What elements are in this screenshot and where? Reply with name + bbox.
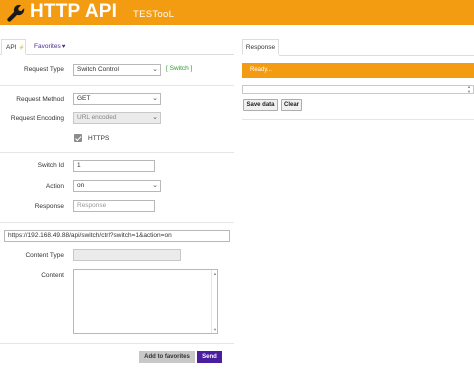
tab-api[interactable]: API ⚡ (1, 39, 26, 55)
send-button[interactable]: Send (197, 351, 222, 363)
switch-id-value: 1 (77, 162, 81, 169)
action-select[interactable]: on ⌄ (73, 180, 161, 192)
chevron-down-icon: ⌄ (152, 114, 158, 121)
content-type-label: Content Type (25, 252, 64, 259)
divider (0, 152, 234, 153)
request-type-label: Request Type (24, 66, 64, 73)
arrow-down-icon[interactable]: ▼ (213, 327, 217, 332)
arrow-up-icon[interactable]: ▲ (213, 271, 217, 276)
heart-icon: ♥ (61, 44, 66, 50)
tab-api-label: API (6, 44, 17, 51)
response-placeholder: Response (77, 202, 107, 209)
tab-favorites[interactable]: Favorites♥ (30, 39, 69, 55)
scrollbar[interactable]: ▲ ▼ (211, 270, 217, 333)
content-label: Content (41, 272, 64, 279)
tab-response[interactable]: Response (242, 39, 279, 55)
request-method-select[interactable]: GET ⌄ (73, 93, 161, 105)
request-method-value: GET (77, 95, 91, 102)
bolt-icon: ⚡ (18, 45, 25, 51)
content-textarea[interactable]: ▲ ▼ (73, 269, 218, 334)
content-type-input (73, 249, 181, 261)
wrench-icon (7, 4, 25, 22)
left-tab-bar: API ⚡ Favorites♥ (0, 39, 234, 55)
divider (0, 222, 234, 223)
https-checkbox[interactable] (74, 134, 82, 142)
switch-id-label: Switch Id (37, 162, 64, 169)
request-method-label: Request Method (16, 96, 64, 103)
chevron-down-icon: ⌄ (152, 95, 158, 102)
right-tab-divider (279, 55, 474, 56)
updown-icon: ▲ ▼ (467, 84, 471, 94)
tab-favorites-label: Favorites (34, 43, 61, 50)
https-label: HTTPS (88, 135, 110, 142)
request-type-select[interactable]: Switch Control ⌄ (73, 64, 161, 76)
app-title: HTTP API (30, 1, 118, 22)
tab-response-label: Response (245, 44, 276, 51)
url-input[interactable]: https://192.168.49.88/api/switch/ctrl?sw… (4, 230, 230, 242)
switch-id-input[interactable]: 1 (73, 160, 155, 172)
request-encoding-select: URL encoded ⌄ (73, 112, 161, 124)
save-data-button[interactable]: Save data (243, 99, 278, 111)
add-to-favorites-button[interactable]: Add to favorites (139, 351, 195, 363)
status-text: Ready... (250, 67, 272, 73)
action-value: on (77, 182, 85, 189)
clear-button[interactable]: Clear (281, 99, 302, 111)
chevron-down-icon: ⌄ (152, 66, 158, 73)
divider (0, 343, 234, 344)
app-subtitle: TESTooL (133, 9, 175, 20)
request-encoding-label: Request Encoding (10, 115, 64, 122)
request-encoding-value: URL encoded (77, 114, 117, 121)
app-header: HTTP API TESTooL (0, 0, 474, 25)
request-type-value: Switch Control (77, 66, 119, 73)
response-input[interactable]: Response (73, 200, 155, 212)
url-value: https://192.168.49.88/api/switch/ctrl?sw… (8, 232, 172, 239)
divider (0, 85, 234, 86)
chevron-down-icon: ⌄ (152, 182, 158, 189)
response-divider (242, 119, 474, 120)
status-bar: Ready... (242, 63, 474, 78)
response-label: Response (34, 203, 64, 210)
action-label: Action (45, 183, 64, 190)
response-select[interactable]: ▲ ▼ (242, 84, 474, 94)
switch-link[interactable]: [ Switch ] (166, 65, 192, 72)
